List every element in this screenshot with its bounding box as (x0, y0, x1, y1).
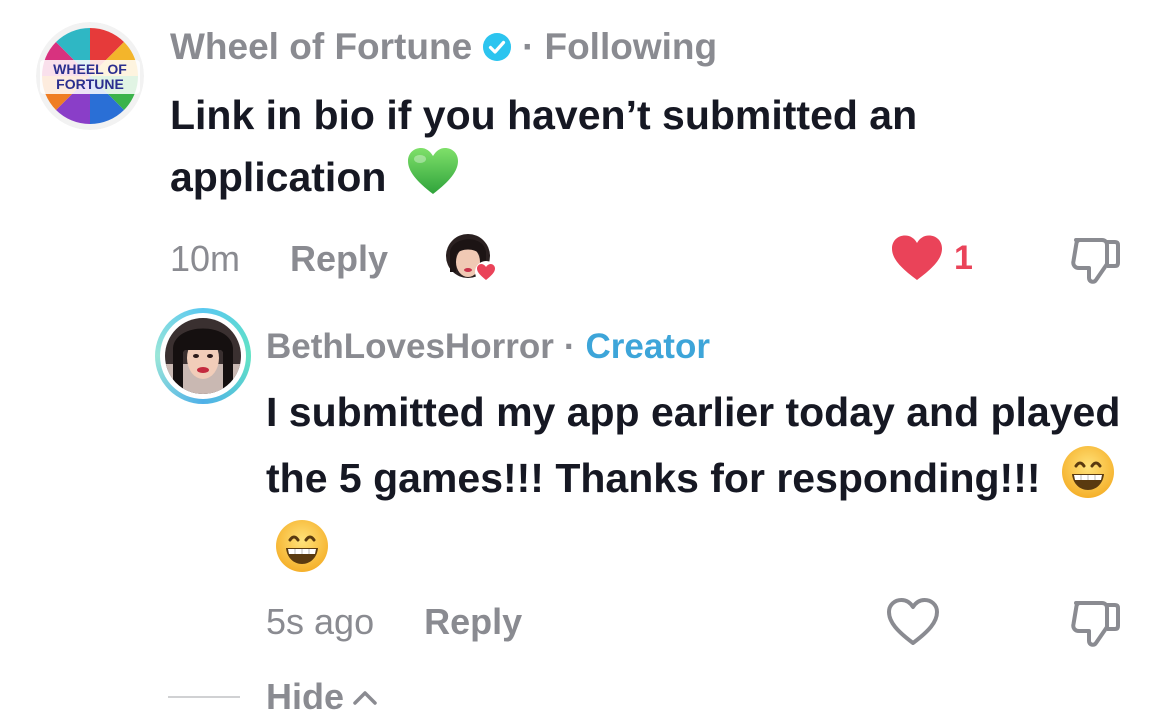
thread-divider (168, 696, 240, 698)
hide-replies-row: Hide (168, 675, 378, 719)
thumbs-down-icon (1071, 238, 1120, 284)
comment-meta: 10m Reply (170, 234, 388, 284)
like-count: 1 (954, 238, 973, 277)
green-heart-emoji (406, 147, 460, 214)
comment-header: Wheel of Fortune · Following (170, 24, 717, 70)
reply-text: I submitted my app earlier today and pla… (266, 389, 1121, 501)
verified-check-icon (482, 32, 512, 62)
reply-dislike-button[interactable] (1068, 597, 1122, 651)
comment-dislike-button[interactable] (1068, 234, 1122, 288)
reply-body: I submitted my app earlier today and pla… (266, 380, 1126, 592)
comment-reply-button[interactable]: Reply (290, 238, 388, 280)
wheel-of-fortune-avatar[interactable]: WHEEL OF FORTUNE (36, 22, 144, 130)
reply-like-button[interactable] (886, 597, 940, 647)
thumbs-down-icon (1071, 601, 1120, 647)
hide-replies-button[interactable]: Hide (266, 676, 378, 718)
grinning-face-emoji (274, 518, 330, 592)
heart-outline-icon (887, 598, 939, 645)
following-status[interactable]: Following (544, 26, 717, 68)
chevron-up-icon (353, 691, 377, 705)
logo-text-line1: WHEEL OF (53, 61, 127, 77)
bethloveshorror-avatar[interactable] (155, 308, 251, 404)
comment-text: Link in bio if you haven’t submitted an … (170, 92, 918, 200)
comment-body: Link in bio if you haven’t submitted an … (170, 84, 1050, 214)
separator-dot: · (563, 327, 576, 366)
grinning-face-emoji (1060, 444, 1116, 518)
logo-text-line2: FORTUNE (56, 76, 124, 92)
creator-badge: Creator (585, 327, 710, 366)
reply-meta: 5s ago Reply (266, 597, 522, 647)
comment-username[interactable]: Wheel of Fortune (170, 26, 472, 68)
comment-timestamp: 10m (170, 238, 241, 279)
reply-reply-button[interactable]: Reply (424, 601, 522, 643)
reply-header: BethLovesHorror · Creator (266, 325, 710, 369)
hide-label: Hide (266, 676, 345, 717)
heart-filled-icon (892, 235, 942, 280)
separator-dot: · (522, 26, 535, 67)
reply-timestamp: 5s ago (266, 601, 375, 642)
reply-username[interactable]: BethLovesHorror (266, 327, 554, 367)
comment-like-button[interactable]: 1 (890, 234, 973, 282)
liked-by-creator-badge (444, 232, 500, 288)
